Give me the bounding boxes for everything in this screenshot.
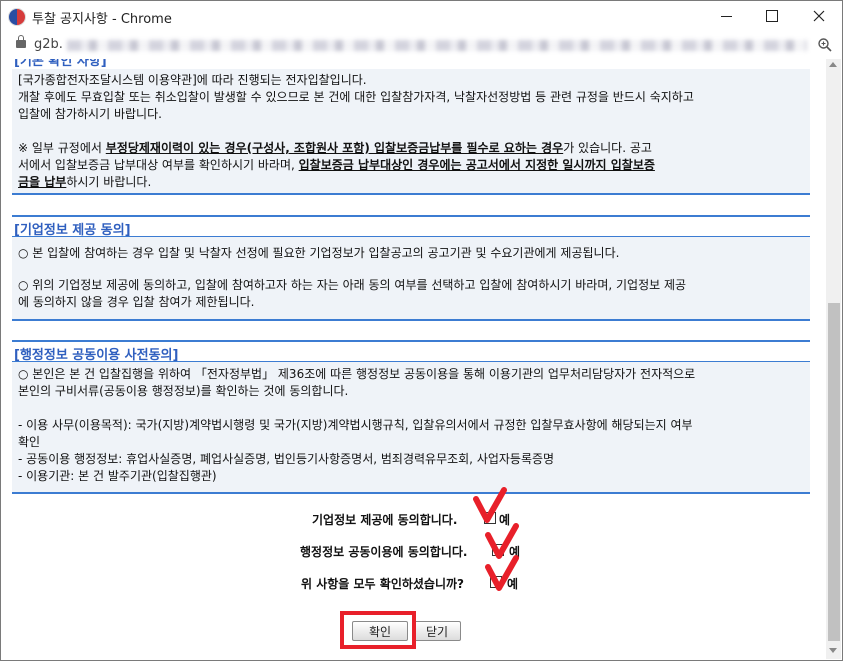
- admin-section-title: [행정정보 공동이용 사전동의]: [14, 348, 179, 363]
- confirm-highlight-box: [340, 611, 416, 649]
- agree-confirm-row: 위 사항을 모두 확인하셨습니까? 예: [1, 573, 826, 593]
- admin-line: - 공동이용 행정정보: 휴업사실증명, 폐업사실증명, 법인등기사항증명서, …: [18, 452, 555, 466]
- taegeuk-logo-icon: [8, 8, 26, 26]
- agree-admin-label: 행정정보 공동이용에 동의합니다.: [300, 545, 468, 559]
- notice-content: [기본 확인 사항] [국가종합전자조달시스템 이용약관]에 따라 진행되는 전…: [1, 59, 826, 659]
- address-bar[interactable]: g2b.: [1, 31, 842, 59]
- admin-line: ○ 본인은 본 건 입찰집행을 위하여 「전자정부법」 제36조에 따른 행정정…: [18, 367, 696, 381]
- minimize-button[interactable]: [703, 1, 749, 31]
- corp-line: 에 동의하지 않을 경우 입찰 참여가 제한됩니다.: [18, 295, 255, 309]
- warning-underlined: 금을 납부: [18, 175, 67, 189]
- intro-box: [국가종합전자조달시스템 이용약관]에 따라 진행되는 전자입찰입니다. 개찰 …: [12, 69, 810, 195]
- maximize-icon: [766, 10, 778, 22]
- admin-line: - 이용 사무(이용목적): 국가(지방)계약법시행령 및 국가(지방)계약법시…: [18, 418, 693, 432]
- warning-underlined: 부정당제재이력이 있는 경우(구성사, 조합원사 포함) 입찰보증금납부를 필수…: [105, 141, 564, 155]
- admin-section-box: ○ 본인은 본 건 입찰집행을 위하여 「전자정부법」 제36조에 따른 행정정…: [12, 362, 810, 494]
- agree-confirm-label: 위 사항을 모두 확인하셨습니까?: [301, 577, 465, 591]
- close-icon: [813, 10, 825, 22]
- admin-line: 본인의 구비서류(공동이용 행정정보)를 확인하는 것에 동의합니다.: [18, 384, 349, 398]
- red-checkmark-icon: [473, 487, 507, 523]
- intro-warning: ※ 일부 규정에서 부정당제재이력이 있는 경우(구성사, 조합원사 포함) 입…: [18, 141, 652, 155]
- intro-line: 개찰 후에도 무효입찰 또는 취소입찰이 발생할 수 있으므로 본 건에 대한 …: [18, 90, 694, 104]
- zoom-icon[interactable]: [817, 37, 833, 53]
- agree-corp-row: 기업정보 제공에 동의합니다. 예: [1, 509, 826, 529]
- admin-section-header: [행정정보 공동이용 사전동의]: [12, 340, 810, 363]
- warning-underlined: 입찰보증금 납부대상인 경우에는 공고서에서 지정한 일시까지 입찰보증: [298, 158, 655, 172]
- intro-warning: 서에서 입찰보증금 납부대상 여부를 확인하시기 바라며, 입찰보증금 납부대상…: [18, 158, 655, 172]
- corp-line: ○ 위의 기업정보 제공에 동의하고, 입찰에 참여하고자 하는 자는 아래 동…: [18, 278, 687, 292]
- intro-line: [국가종합전자조달시스템 이용약관]에 따라 진행되는 전자입찰입니다.: [18, 73, 367, 87]
- agree-admin-row: 행정정보 공동이용에 동의합니다. 예: [1, 541, 826, 561]
- admin-line: - 이용기관: 본 건 발주기관(입찰집행관): [18, 469, 217, 483]
- minimize-icon: [720, 15, 732, 17]
- maximize-button[interactable]: [749, 1, 795, 31]
- corp-line: ○ 본 입찰에 참여하는 경우 입찰 및 낙찰자 선정에 필요한 기업정보가 입…: [18, 246, 620, 260]
- agree-corp-label: 기업정보 제공에 동의합니다.: [312, 513, 458, 527]
- url-redacted: [67, 40, 807, 51]
- red-checkmark-icon: [485, 555, 519, 591]
- close-window-button[interactable]: [796, 1, 842, 31]
- title-bar: 투찰 공지사항 - Chrome: [1, 1, 842, 31]
- window-title: 투찰 공지사항 - Chrome: [32, 12, 172, 27]
- close-button[interactable]: 닫기: [413, 621, 461, 641]
- corp-section-box: ○ 본 입찰에 참여하는 경우 입찰 및 낙찰자 선정에 필요한 기업정보가 입…: [12, 237, 810, 321]
- url-text: g2b.: [34, 37, 63, 52]
- intro-line: 입찰에 참가하시기 바랍니다.: [18, 107, 162, 121]
- scroll-down-icon[interactable]: [829, 648, 837, 653]
- intro-warning: 금을 납부하시기 바랍니다.: [18, 175, 152, 189]
- scroll-up-icon[interactable]: [829, 62, 837, 67]
- admin-line: 확인: [18, 435, 41, 449]
- scrollbar-thumb[interactable]: [828, 303, 840, 641]
- intro-heading-partial: [기본 확인 사항]: [14, 59, 107, 69]
- lock-icon: [16, 35, 26, 48]
- corp-section-title: [기업정보 제공 동의]: [14, 223, 131, 238]
- corp-section-header: [기업정보 제공 동의]: [12, 215, 810, 238]
